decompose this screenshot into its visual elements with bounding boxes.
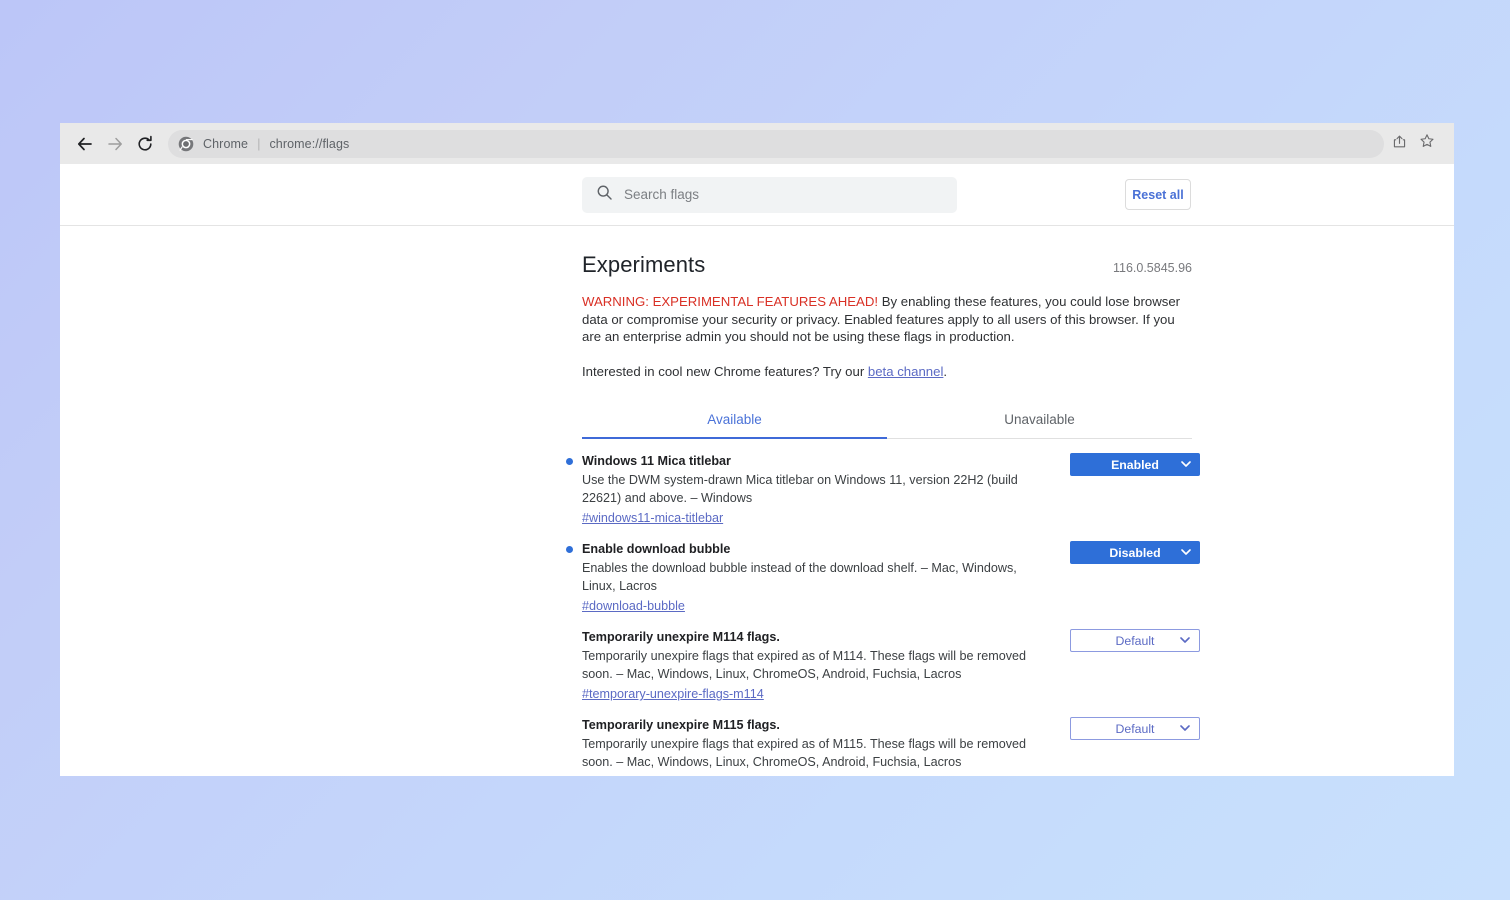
flag-control: DefaultEnabledDisabled bbox=[1070, 717, 1200, 740]
forward-button[interactable] bbox=[100, 129, 130, 159]
address-bar[interactable]: Chrome | chrome://flags bbox=[168, 129, 1384, 158]
warning-paragraph: WARNING: EXPERIMENTAL FEATURES AHEAD! By… bbox=[582, 293, 1183, 346]
share-icon bbox=[1392, 134, 1407, 154]
flags-main-content: Experiments 116.0.5845.96 WARNING: EXPER… bbox=[60, 226, 1454, 776]
flag-text-block: Temporarily unexpire M115 flags. Temporar… bbox=[574, 717, 1045, 776]
reload-icon bbox=[136, 135, 154, 153]
flag-state-select[interactable]: DefaultEnabledDisabled bbox=[1070, 629, 1200, 652]
flag-description: Temporarily unexpire flags that expired … bbox=[582, 737, 1027, 769]
flag-description: Use the DWM system-drawn Mica titlebar o… bbox=[582, 473, 1018, 505]
warning-strong-text: WARNING: EXPERIMENTAL FEATURES AHEAD! bbox=[582, 294, 879, 309]
version-label: 116.0.5845.96 bbox=[1112, 261, 1192, 275]
flag-row: Temporarily unexpire M114 flags. Temporar… bbox=[574, 615, 1200, 703]
flag-name: Enable download bubble bbox=[582, 542, 731, 556]
flag-permalink[interactable]: #temporary-unexpire-flags-m115 bbox=[582, 773, 764, 776]
flag-modified-dot-icon bbox=[566, 458, 573, 465]
search-input[interactable] bbox=[624, 187, 924, 202]
share-button[interactable] bbox=[1386, 131, 1412, 157]
flag-description: Temporarily unexpire flags that expired … bbox=[582, 649, 1027, 681]
flag-row: Enable download bubble Enables the downlo… bbox=[566, 527, 1200, 615]
omnibox-separator: | bbox=[257, 136, 261, 151]
flag-text-block: Enable download bubble Enables the downlo… bbox=[566, 541, 1045, 615]
back-button[interactable] bbox=[70, 129, 100, 159]
chrome-favicon-icon bbox=[178, 136, 194, 152]
beta-suffix-text: . bbox=[943, 363, 948, 379]
flag-description: Enables the download bubble instead of t… bbox=[582, 561, 1017, 593]
reset-all-button[interactable]: Reset all bbox=[1125, 179, 1191, 210]
beta-channel-paragraph: Interested in cool new Chrome features? … bbox=[582, 363, 1192, 381]
omnibox-url: chrome://flags bbox=[269, 136, 350, 151]
flag-permalink[interactable]: #temporary-unexpire-flags-m114 bbox=[582, 685, 764, 703]
flag-list: Windows 11 Mica titlebar Use the DWM syst… bbox=[566, 439, 1200, 776]
flag-name: Temporarily unexpire M114 flags. bbox=[582, 630, 780, 644]
star-icon bbox=[1419, 133, 1435, 154]
arrow-right-icon bbox=[106, 135, 124, 153]
omnibox-app-name: Chrome bbox=[203, 136, 249, 151]
flag-state-select[interactable]: DefaultEnabledDisabled bbox=[1070, 453, 1200, 476]
flags-search-header: Reset all bbox=[60, 164, 1454, 226]
browser-window: Chrome | chrome://flags Search flags Res… bbox=[60, 123, 1454, 776]
reload-button[interactable] bbox=[130, 129, 160, 159]
bookmark-button[interactable] bbox=[1414, 131, 1440, 157]
flag-row: Windows 11 Mica titlebar Use the DWM syst… bbox=[566, 439, 1200, 527]
search-icon bbox=[596, 184, 613, 206]
flag-name: Temporarily unexpire M115 flags. bbox=[582, 718, 780, 732]
tab-available[interactable]: Available bbox=[582, 403, 887, 439]
flag-permalink[interactable]: #windows11-mica-titlebar bbox=[582, 509, 723, 527]
browser-toolbar: Chrome | chrome://flags bbox=[60, 123, 1454, 164]
flag-state-select[interactable]: DefaultEnabledDisabled bbox=[1070, 541, 1200, 564]
flag-modified-dot-icon bbox=[566, 546, 573, 553]
tab-unavailable[interactable]: Unavailable bbox=[887, 403, 1192, 438]
page-title: Experiments bbox=[582, 252, 706, 277]
flag-control: DefaultEnabledDisabled bbox=[1070, 453, 1200, 476]
search-box[interactable] bbox=[582, 176, 957, 213]
flag-permalink[interactable]: #download-bubble bbox=[582, 597, 685, 615]
flag-control: DefaultEnabledDisabled bbox=[1070, 629, 1200, 652]
flag-name: Windows 11 Mica titlebar bbox=[582, 454, 731, 468]
beta-prefix-text: Interested in cool new Chrome features? … bbox=[582, 363, 868, 379]
flag-text-block: Temporarily unexpire M114 flags. Temporar… bbox=[574, 629, 1045, 703]
beta-channel-link[interactable]: beta channel bbox=[868, 364, 944, 379]
flag-control: DefaultEnabledDisabled bbox=[1070, 541, 1200, 564]
arrow-left-icon bbox=[76, 135, 94, 153]
title-row: Experiments 116.0.5845.96 bbox=[582, 252, 1192, 278]
flag-text-block: Windows 11 Mica titlebar Use the DWM syst… bbox=[566, 453, 1045, 527]
tab-bar: Available Unavailable bbox=[582, 403, 1192, 439]
flag-state-select[interactable]: DefaultEnabledDisabled bbox=[1070, 717, 1200, 740]
flag-row: Temporarily unexpire M115 flags. Temporar… bbox=[574, 703, 1200, 776]
